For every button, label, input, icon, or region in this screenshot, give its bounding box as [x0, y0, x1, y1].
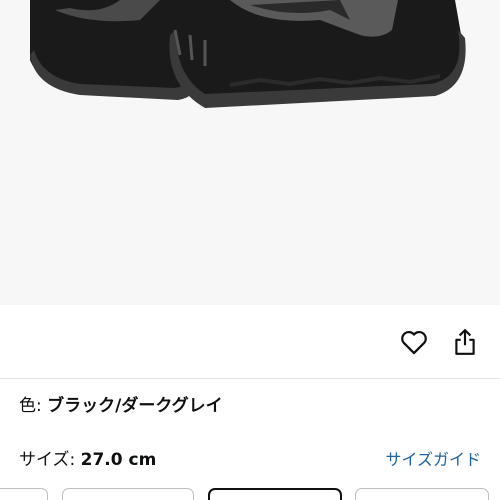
size-option[interactable]	[355, 488, 489, 500]
product-image[interactable]	[0, 0, 500, 305]
size-label: サイズ:	[19, 450, 76, 470]
size-option-selected[interactable]	[208, 488, 342, 500]
product-actions	[0, 305, 500, 380]
size-row: サイズ: 27.0 cm サイズガイド	[19, 450, 481, 470]
size-options	[0, 488, 500, 500]
size-guide-link[interactable]: サイズガイド	[385, 450, 481, 470]
size-option[interactable]	[62, 488, 194, 500]
size-value: 27.0 cm	[80, 450, 157, 470]
size-option[interactable]	[0, 488, 48, 500]
color-value: ブラック/ダークグレイ	[47, 396, 223, 416]
color-label: 色:	[19, 396, 42, 416]
divider	[0, 378, 500, 379]
shoe-image	[0, 0, 500, 305]
share-icon[interactable]	[445, 322, 485, 362]
color-row: 色: ブラック/ダークグレイ	[19, 396, 223, 416]
heart-icon[interactable]	[394, 322, 434, 362]
